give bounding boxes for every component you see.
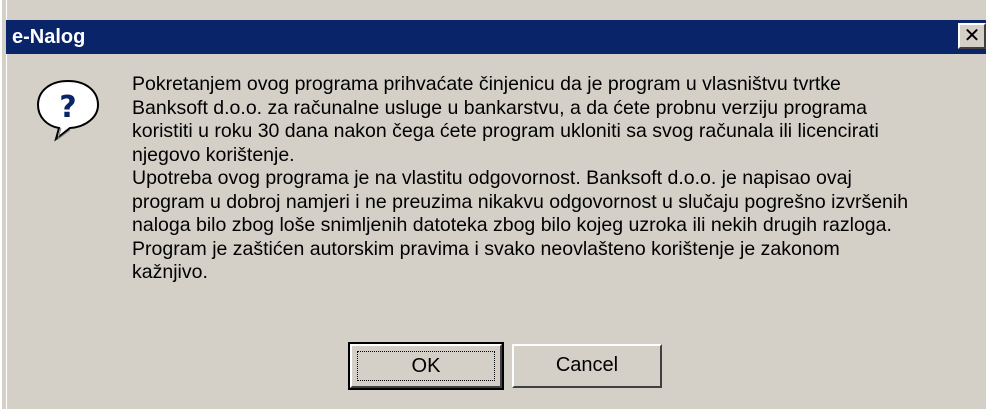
title-bar[interactable]: e-Nalog bbox=[6, 20, 986, 54]
message-paragraph-3: Program je zaštićen autorskim pravima i … bbox=[132, 237, 840, 284]
cancel-button[interactable]: Cancel bbox=[512, 344, 662, 388]
question-glyph: ? bbox=[59, 90, 76, 125]
message-paragraph-1: Pokretanjem ovog programa prihvaćate čin… bbox=[132, 73, 879, 166]
message-paragraph-2: Upotreba ovog programa je na vlastitu od… bbox=[132, 167, 909, 236]
window-edge bbox=[2, 0, 7, 409]
close-button[interactable]: ✕ bbox=[958, 23, 986, 49]
ok-button-label: OK bbox=[357, 351, 495, 381]
window-title: e-Nalog bbox=[12, 26, 86, 48]
cancel-button-label: Cancel bbox=[555, 354, 619, 376]
dialog-window: e-Nalog ✕ ? Pokretanjem ovog programa pr… bbox=[0, 0, 986, 409]
question-icon: ? bbox=[32, 75, 104, 147]
message-text: Pokretanjem ovog programa prihvaćate čin… bbox=[132, 73, 962, 285]
close-icon: ✕ bbox=[963, 23, 981, 47]
ok-button[interactable]: OK bbox=[348, 342, 504, 390]
